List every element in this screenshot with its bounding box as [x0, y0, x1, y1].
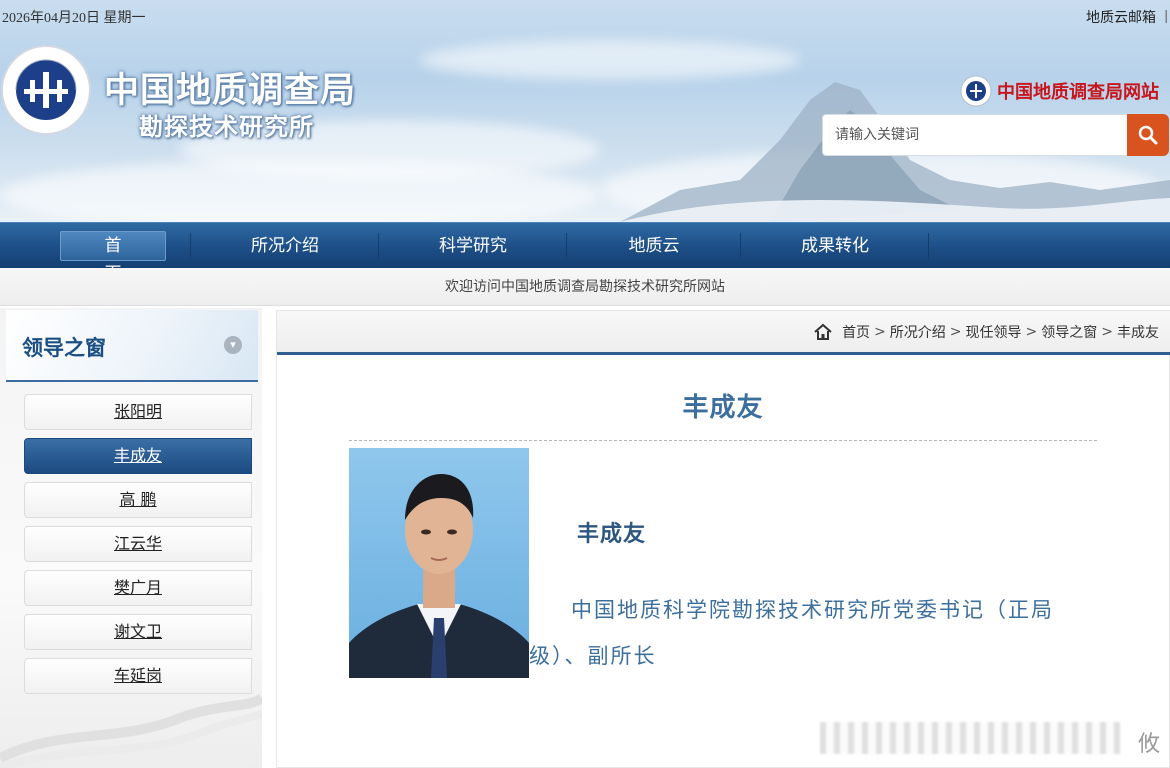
portrait-illustration	[349, 474, 529, 678]
breadcrumb-separator: >	[874, 323, 886, 340]
nav-divider	[740, 233, 741, 259]
search-icon	[1138, 125, 1158, 145]
sidebar-item-leader[interactable]: 高 鹏	[24, 482, 252, 518]
sidebar-item-leader[interactable]: 张阳明	[24, 394, 252, 430]
cgs-emblem-icon	[1, 45, 91, 135]
nav-divider	[928, 233, 929, 259]
current-date: 2026年04月20日 星期一	[2, 11, 146, 26]
home-icon	[814, 323, 832, 340]
leader-list: 张阳明 丰成友 高 鹏 江云华 樊广月 谢文卫 车延岗	[24, 394, 254, 702]
org-subtitle: 勘探技术研究所	[139, 112, 314, 141]
watermark: 攸	[1137, 732, 1160, 757]
watermark-decoration	[820, 722, 1120, 754]
page-title: 丰成友	[682, 393, 764, 423]
nav-item-home[interactable]: 首页	[60, 223, 166, 284]
breadcrumb-home[interactable]: 首页	[842, 322, 870, 342]
sidebar-item-leader-active[interactable]: 丰成友	[24, 438, 252, 474]
cgs-mini-emblem-icon	[960, 75, 992, 107]
breadcrumb-current: 丰成友	[1117, 324, 1159, 341]
org-title: 中国地质调查局	[104, 70, 357, 111]
sidebar-decoration	[0, 693, 262, 768]
nav-divider	[190, 233, 191, 259]
breadcrumb-separator: >	[1101, 323, 1113, 340]
breadcrumb-leader-window[interactable]: 领导之窗	[1041, 322, 1097, 342]
nav-item-geocloud[interactable]: 地质云	[568, 223, 740, 269]
cgs-website-link[interactable]: 中国地质调查局网站	[960, 75, 1159, 107]
leader-description: 中国地质科学院勘探技术研究所党委书记（正局级）、副所长	[529, 598, 1054, 668]
search-box	[822, 114, 1128, 156]
nav-item-research[interactable]: 科学研究	[380, 223, 566, 269]
sidebar-title: 领导之窗	[22, 336, 106, 360]
breadcrumb-leaders[interactable]: 现任领导	[966, 322, 1022, 342]
chevron-down-icon[interactable]: ▾	[224, 336, 242, 354]
welcome-banner: 欢迎访问中国地质调查局勘探技术研究所网站	[0, 268, 1170, 306]
nav-item-achievements[interactable]: 成果转化	[742, 223, 928, 269]
sidebar-header: 领导之窗 ▾	[6, 310, 258, 382]
sidebar: 领导之窗 ▾ 张阳明 丰成友 高 鹏 江云华 樊广月 谢文卫 车延岗	[0, 308, 262, 768]
main-content: 首页 > 所况介绍 > 现任领导 > 领导之窗 > 丰成友 丰成友 丰成友 中国…	[276, 310, 1170, 768]
sidebar-item-leader[interactable]: 江云华	[24, 526, 252, 562]
breadcrumb: 首页 > 所况介绍 > 现任领导 > 领导之窗 > 丰成友	[277, 311, 1170, 355]
nav-divider	[378, 233, 379, 259]
nav-item-about[interactable]: 所况介绍	[192, 223, 378, 269]
mail-link[interactable]: 地质云邮箱	[1086, 7, 1156, 27]
nav-divider	[566, 233, 567, 259]
breadcrumb-separator: >	[949, 323, 962, 340]
title-divider	[349, 440, 1097, 441]
cgs-website-label: 中国地质调查局网站	[997, 82, 1159, 103]
site-header: 2026年04月20日 星期一 地质云邮箱 | 中国地质调查局 勘探技术研究所 …	[0, 0, 1170, 222]
main-navigation: 首页 所况介绍 科学研究 地质云 成果转化	[0, 222, 1170, 284]
search-input[interactable]	[823, 115, 1127, 155]
nav-item-label: 首页	[60, 231, 166, 284]
sidebar-item-leader[interactable]: 樊广月	[24, 570, 252, 606]
breadcrumb-separator: >	[1025, 323, 1038, 340]
cloud-decoration	[0, 160, 600, 222]
sidebar-item-leader[interactable]: 谢文卫	[24, 614, 252, 650]
breadcrumb-about[interactable]: 所况介绍	[890, 322, 946, 342]
search-button[interactable]	[1127, 114, 1169, 156]
header-separator: |	[1164, 7, 1168, 23]
leader-photo	[349, 448, 529, 678]
leader-name: 丰成友	[577, 522, 647, 547]
